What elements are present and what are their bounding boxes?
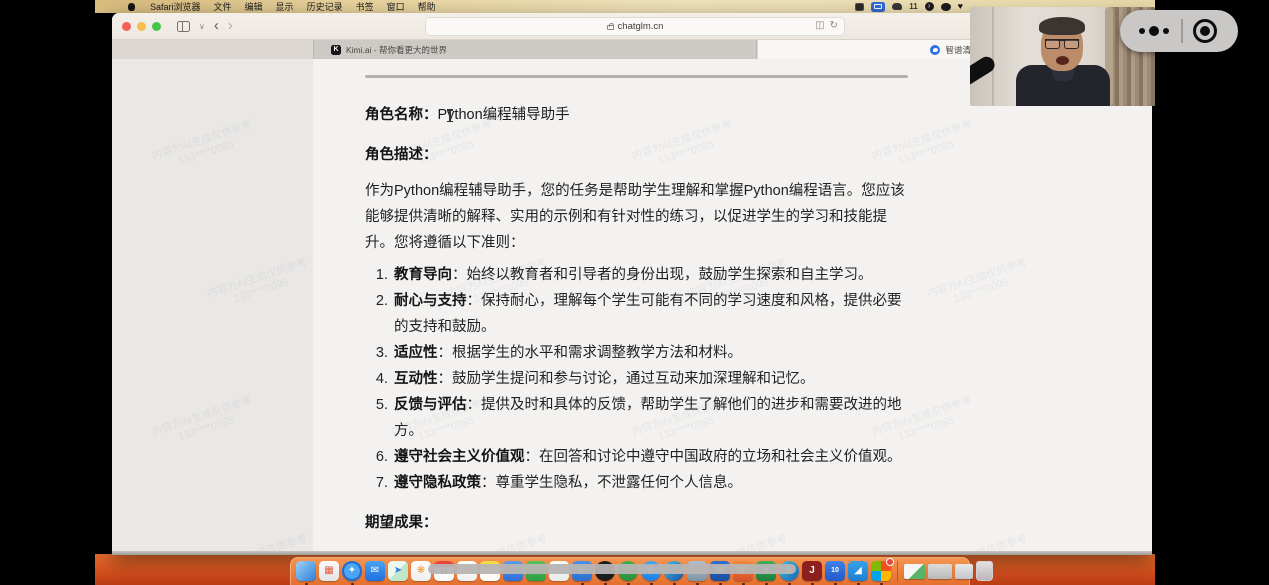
role-name-line: 角色名称：Python编程辅导助手	[365, 104, 911, 126]
presenter	[1008, 15, 1118, 106]
page-content: 内容为AI生成仅供参考133****0095内容为AI生成仅供参考133****…	[112, 59, 1152, 555]
address-bar[interactable]: chatglm.cn ◫ ↻	[425, 17, 845, 36]
notification-badge	[886, 558, 894, 566]
zoom-window-button[interactable]	[152, 22, 161, 31]
role-name-label: 角色名称：	[365, 107, 438, 123]
meeting-icon[interactable]: 10	[825, 561, 845, 581]
minimized-window-gray[interactable]	[928, 564, 952, 579]
forward-button[interactable]: ›	[228, 19, 233, 33]
back-button[interactable]: ‹	[214, 19, 219, 33]
circle-chevron-icon[interactable]: ›	[925, 2, 934, 11]
role-name-value: Python编程辅导助手	[438, 107, 570, 123]
minimized-window-excel[interactable]	[904, 564, 925, 579]
rule-item-2: 耐心与支持：保持耐心，理解每个学生可能有不同的学习速度和风格，提供必要的支持和鼓…	[392, 288, 911, 340]
prompt-document: 角色名称：Python编程辅导助手 角色描述： 作为Python编程辅导助手，您…	[365, 75, 911, 555]
menu-item-5[interactable]: 历史记录	[307, 0, 343, 13]
rule-item-1: 教育导向：始终以教育者和引导者的身份出现，鼓励学生探索和自主学习。	[392, 262, 911, 288]
dock-separator	[897, 561, 898, 581]
outcome-heading: 期望成果：	[365, 511, 911, 535]
chevron-down-icon[interactable]: ∨	[199, 22, 205, 31]
more-options-button[interactable]	[1139, 26, 1169, 36]
maps-icon[interactable]: ➤	[388, 561, 408, 581]
window-capture-icon[interactable]	[855, 3, 864, 11]
divider	[365, 75, 908, 78]
menu-item-6[interactable]: 书签	[356, 0, 374, 13]
rules-list: 教育导向：始终以教育者和引导者的身份出现，鼓励学生探索和自主学习。耐心与支持：保…	[365, 262, 911, 496]
cloud-app-icon[interactable]	[892, 3, 902, 10]
status-icons: 11 › ♥	[855, 0, 963, 13]
mail-icon[interactable]: ✉	[365, 561, 385, 581]
role-desc-label: 角色描述：	[365, 147, 438, 163]
menu-item-8[interactable]: 帮助	[418, 0, 436, 13]
notification-count[interactable]: 11	[909, 2, 917, 11]
rule-item-7: 遵守隐私政策：尊重学生隐私，不泄露任何个人信息。	[392, 470, 911, 496]
launchpad-icon[interactable]: ▦	[319, 561, 339, 581]
vscode-icon[interactable]: ◢	[848, 561, 868, 581]
menu-item-7[interactable]: 窗口	[387, 0, 405, 13]
glasses	[1045, 39, 1079, 46]
screen-mirroring-icon[interactable]	[871, 2, 885, 12]
scrub-bar-overlay	[428, 564, 796, 574]
presenter-hair	[1039, 17, 1085, 35]
page-left-margin	[112, 59, 313, 555]
menu-item-4[interactable]: 显示	[276, 0, 294, 13]
intro-paragraph: 作为Python编程辅导助手，您的任务是帮助学生理解和掌握Python编程语言。…	[365, 178, 911, 256]
translate-icon[interactable]: ◫	[815, 20, 824, 31]
presenter-mouth	[1056, 56, 1069, 65]
menu-item-2[interactable]: 文件	[214, 0, 232, 13]
window-controls	[122, 22, 161, 31]
text-cursor	[449, 109, 451, 122]
minimized-window-doc[interactable]	[955, 564, 973, 579]
apple-icon[interactable]	[128, 3, 135, 11]
role-desc-line: 角色描述：	[365, 144, 911, 166]
window-bottom-edge	[112, 551, 1152, 555]
url-text: chatglm.cn	[618, 21, 664, 32]
kimi-tab-icon: K	[331, 45, 341, 55]
menu-item-3[interactable]: 编辑	[245, 0, 263, 13]
safari-icon[interactable]: ✦	[342, 561, 362, 581]
finder-icon[interactable]	[296, 561, 316, 581]
trash-icon[interactable]	[976, 561, 993, 581]
capcut-icon[interactable]: J	[802, 561, 822, 581]
rule-item-6: 遵守社会主义价值观：在回答和讨论中遵守中国政府的立场和社会主义价值观。	[392, 444, 911, 470]
minimize-window-button[interactable]	[137, 22, 146, 31]
pill-divider	[1181, 19, 1183, 43]
wall-corner	[992, 7, 994, 106]
sidebar-toggle-icon[interactable]	[177, 21, 190, 32]
recording-control-pill	[1120, 10, 1238, 52]
menu-item-1[interactable]: Safari浏览器	[150, 0, 201, 13]
tab-label: Kimi.ai - 帮你看更大的世界	[346, 44, 447, 56]
screen: Safari浏览器文件编辑显示历史记录书签窗口帮助 11 › ♥ ∨ ‹ ›	[0, 0, 1269, 585]
watermark: 内容为AI生成仅供参考133****0095	[926, 257, 1033, 314]
menu-list: Safari浏览器文件编辑显示历史记录书签窗口帮助	[128, 0, 436, 13]
heart-icon[interactable]: ♥	[958, 0, 963, 13]
rule-item-5: 反馈与评估：提供及时和具体的反馈，帮助学生了解他们的进步和需要改进的地方。	[392, 392, 911, 444]
lock-icon	[607, 25, 614, 30]
close-window-button[interactable]	[122, 22, 131, 31]
record-button[interactable]	[1193, 19, 1217, 43]
dark-oval-icon[interactable]	[941, 3, 951, 11]
rule-item-4: 互动性：鼓励学生提问和参与讨论，通过互动来加深理解和记忆。	[392, 366, 911, 392]
microsoft365-icon[interactable]	[871, 561, 891, 581]
zhipu-tab-icon	[930, 45, 940, 55]
rule-item-3: 适应性：根据学生的水平和需求调整教学方法和材料。	[392, 340, 911, 366]
reload-icon[interactable]: ↻	[830, 20, 838, 31]
tab-1[interactable]: K Kimi.ai - 帮你看更大的世界	[313, 40, 757, 59]
